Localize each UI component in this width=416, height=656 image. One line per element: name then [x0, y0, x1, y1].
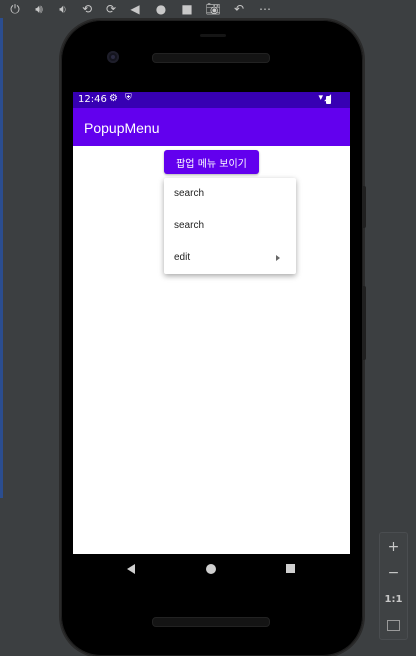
undo-icon[interactable]: ↶ [230, 0, 248, 18]
device-screen: 12:46 ⚙ ⛨ ▾◢ PopupMenu 팝업 메뉴 보이기 search … [73, 92, 350, 554]
earpiece [200, 34, 226, 37]
shield-icon: ⛨ [125, 93, 132, 103]
menu-item-label: search [174, 188, 205, 199]
power-icon[interactable]: ⏻ [6, 0, 24, 18]
app-title: PopupMenu [84, 120, 160, 136]
power-side-button[interactable] [362, 186, 366, 228]
menu-item-search[interactable]: search [164, 210, 296, 242]
rotate-right-icon[interactable]: ⟳ [102, 0, 120, 18]
front-camera-icon [107, 51, 119, 63]
rotate-left-icon[interactable]: ⟲ [78, 0, 96, 18]
status-bar: 12:46 ⚙ ⛨ ▾◢ [73, 92, 350, 108]
navigation-bar [73, 554, 350, 586]
nav-recents-icon[interactable] [286, 564, 295, 573]
top-speaker [152, 53, 270, 63]
overview-icon[interactable]: ■ [178, 0, 196, 18]
battery-icon [326, 96, 331, 104]
volume-down-icon[interactable]: 🔉︎ [54, 0, 72, 18]
bottom-speaker [152, 617, 270, 627]
volume-side-button[interactable] [362, 286, 366, 360]
volume-up-icon[interactable]: 🔊︎ [30, 0, 48, 18]
menu-item-label: edit [174, 252, 191, 263]
zoom-controls: + − 1:1 [379, 532, 408, 640]
submenu-arrow-icon [276, 255, 280, 261]
fit-screen-icon [387, 619, 400, 631]
home-icon[interactable]: ● [152, 0, 170, 18]
status-time: 12:46 [78, 94, 107, 105]
popup-menu: search search edit [164, 178, 296, 274]
camera-icon[interactable]: 📷︎ [204, 0, 222, 18]
app-bar: PopupMenu [73, 108, 350, 146]
menu-item-edit[interactable]: edit [164, 242, 296, 274]
actual-size-button[interactable]: 1:1 [380, 587, 407, 611]
nav-home-icon[interactable] [206, 564, 216, 574]
zoom-in-button[interactable]: + [380, 535, 407, 559]
back-icon[interactable]: ◀ [126, 0, 144, 18]
emulator-toolbar: ⏻ 🔊︎ 🔉︎ ⟲ ⟳ ◀ ● ■ 📷︎ ↶ ⋯ [0, 0, 416, 18]
more-icon[interactable]: ⋯ [256, 0, 274, 18]
show-popup-menu-button[interactable]: 팝업 메뉴 보이기 [164, 150, 259, 174]
nav-back-icon[interactable] [127, 564, 135, 574]
zoom-out-button[interactable]: − [380, 561, 407, 585]
emulator-side-strip [0, 18, 3, 498]
settings-gear-icon: ⚙ [109, 93, 118, 104]
menu-item-search[interactable]: search [164, 178, 296, 210]
fit-screen-button[interactable] [380, 613, 407, 637]
menu-item-label: search [174, 220, 205, 231]
